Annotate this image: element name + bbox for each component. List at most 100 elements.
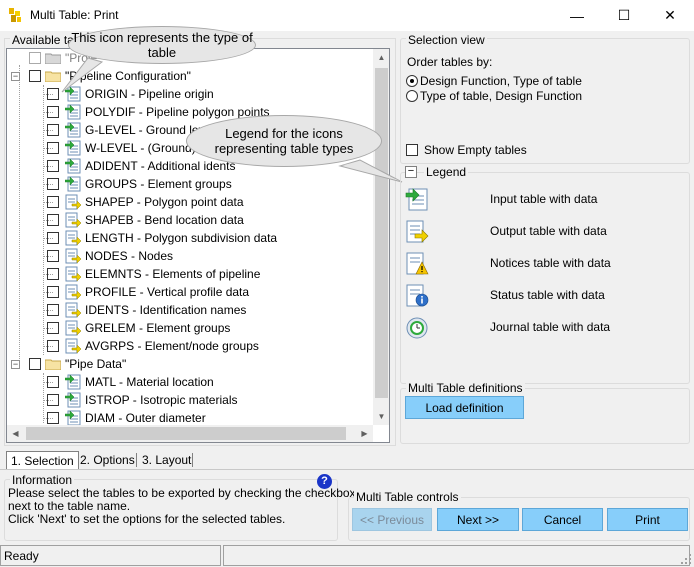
tree-item-label: LENGTH - Polygon subdivision data	[85, 231, 278, 245]
tree-item-label: GRELEM - Element groups	[85, 321, 231, 335]
cancel-button[interactable]: Cancel	[522, 508, 603, 531]
tab-layout[interactable]: 3. Layout	[138, 451, 195, 468]
status-panel	[223, 545, 690, 566]
tree-node-pipe-data[interactable]: − "Pipe Data"	[7, 355, 126, 373]
tree-item-label: ELEMNTS - Elements of pipeline	[85, 267, 261, 281]
load-definition-button[interactable]: Load definition	[405, 396, 524, 419]
tree-table-item[interactable]: GROUPS - Element groups	[7, 175, 232, 193]
legend-label: Output table with data	[490, 224, 607, 238]
legend-item-input: Input table with data	[405, 185, 597, 213]
output-table-icon	[65, 212, 81, 228]
tree-table-item[interactable]: NODES - Nodes	[7, 247, 173, 265]
status-table-icon	[406, 284, 429, 307]
folder-icon	[45, 53, 61, 64]
tree-table-item[interactable]: GRELEM - Element groups	[7, 319, 230, 337]
tree-table-item[interactable]: ISTROP - Isotropic materials	[7, 391, 237, 409]
information-line: Click 'Next' to set the options for the …	[8, 512, 286, 526]
journal-table-icon	[406, 317, 428, 339]
input-table-icon	[65, 122, 81, 138]
minimize-button[interactable]: —	[554, 0, 600, 31]
radio-button[interactable]	[406, 75, 418, 87]
tree-table-item[interactable]: SHAPEB - Bend location data	[7, 211, 244, 229]
input-table-icon	[405, 188, 428, 211]
scroll-right-icon[interactable]: ▶	[356, 425, 373, 442]
tree-table-item[interactable]: AVGRPS - Element/node groups	[7, 337, 259, 355]
tree-item-label: NODES - Nodes	[85, 249, 174, 263]
scroll-left-icon[interactable]: ◀	[7, 425, 24, 442]
input-table-icon	[65, 410, 81, 426]
horizontal-scrollbar[interactable]: ◀ ▶	[7, 425, 373, 442]
order-option-1[interactable]: Design Function, Type of table	[406, 74, 582, 88]
input-table-icon	[65, 374, 81, 390]
scroll-up-icon[interactable]: ▲	[373, 49, 389, 66]
scroll-thumb[interactable]	[26, 427, 346, 440]
tree-item-label: SHAPEP - Polygon point data	[85, 195, 244, 209]
legend-title: Legend	[424, 165, 469, 179]
tab-selection[interactable]: 1. Selection	[6, 451, 79, 469]
collapse-icon[interactable]: −	[11, 71, 20, 81]
tree-table-item[interactable]: ADIDENT - Additional idents	[7, 157, 236, 175]
tree-table-item[interactable]: ELEMNTS - Elements of pipeline	[7, 265, 260, 283]
legend-label: Journal table with data	[490, 320, 611, 334]
tab-baseline	[0, 469, 694, 470]
legend-item-output: Output table with data	[405, 217, 607, 245]
input-table-icon	[65, 176, 81, 192]
previous-button[interactable]: << Previous	[352, 508, 432, 531]
checkbox[interactable]	[406, 144, 418, 156]
tree-item-label: MATL - Material location	[85, 375, 214, 389]
input-table-icon	[65, 392, 81, 408]
tree-table-item[interactable]: IDENTS - Identification names	[7, 301, 246, 319]
radio-label: Design Function, Type of table	[420, 74, 582, 88]
legend-label: Input table with data	[490, 192, 598, 206]
tree-item-label: PROFILE - Vertical profile data	[85, 285, 250, 299]
close-button[interactable]: ✕	[647, 0, 693, 31]
callout-legend-icons: Legend for the icons representing table …	[186, 115, 382, 167]
checkbox[interactable]	[29, 52, 41, 64]
output-table-icon	[65, 230, 81, 246]
legend-label: Notices table with data	[490, 256, 611, 270]
notices-table-icon	[406, 252, 429, 275]
tree-item-label: AVGRPS - Element/node groups	[85, 339, 259, 353]
tree-node-pipeline-configuration[interactable]: − "Pipeline Configuration"	[7, 67, 191, 85]
checkbox[interactable]	[29, 70, 41, 82]
radio-button[interactable]	[406, 90, 418, 102]
order-by-label: Order tables by:	[407, 55, 493, 69]
tree-table-item[interactable]: W-LEVEL - (Ground) wa	[7, 139, 214, 157]
tree-table-item[interactable]: ORIGIN - Pipeline origin	[7, 85, 214, 103]
radio-label: Type of table, Design Function	[420, 89, 583, 103]
status-text: Ready	[0, 545, 221, 566]
input-table-icon	[65, 86, 81, 102]
scroll-thumb[interactable]	[375, 68, 388, 398]
tree-table-item[interactable]: PROFILE - Vertical profile data	[7, 283, 249, 301]
checkbox[interactable]	[29, 358, 41, 370]
resize-grip-icon[interactable]	[680, 553, 692, 565]
input-table-icon	[65, 104, 81, 120]
show-empty-tables[interactable]: Show Empty tables	[406, 143, 527, 157]
input-table-icon	[65, 158, 81, 174]
output-table-icon	[65, 284, 81, 300]
order-option-2[interactable]: Type of table, Design Function	[406, 89, 582, 103]
vertical-scrollbar[interactable]: ▲ ▼	[373, 49, 389, 425]
tree-table-item[interactable]: SHAPEP - Polygon point data	[7, 193, 244, 211]
checkbox-label: Show Empty tables	[424, 143, 527, 157]
tree-item-label: SHAPEB - Bend location data	[85, 213, 244, 227]
tab-divider	[192, 453, 193, 467]
maximize-button[interactable]: ☐	[601, 0, 647, 31]
collapse-icon[interactable]: −	[11, 359, 20, 369]
tree-item-label: ADIDENT - Additional idents	[85, 159, 236, 173]
information-title: Information	[10, 473, 75, 487]
legend-collapse-icon[interactable]: −	[405, 166, 417, 178]
table-tree[interactable]: "Proje − "Pipeline Configuration" ORIGIN…	[6, 48, 390, 443]
controls-title: Multi Table controls	[354, 490, 461, 504]
tab-options[interactable]: 2. Options	[76, 451, 139, 468]
print-button[interactable]: Print	[607, 508, 688, 531]
scroll-down-icon[interactable]: ▼	[373, 408, 389, 425]
output-table-icon	[65, 266, 81, 282]
output-table-icon	[406, 220, 429, 243]
window-title: Multi Table: Print	[30, 8, 119, 22]
next-button[interactable]: Next >>	[437, 508, 519, 531]
tree-table-item[interactable]: G-LEVEL - Ground level	[7, 121, 214, 139]
tree-table-item[interactable]: MATL - Material location	[7, 373, 214, 391]
tree-table-item[interactable]: LENGTH - Polygon subdivision data	[7, 229, 277, 247]
output-table-icon	[65, 338, 81, 354]
